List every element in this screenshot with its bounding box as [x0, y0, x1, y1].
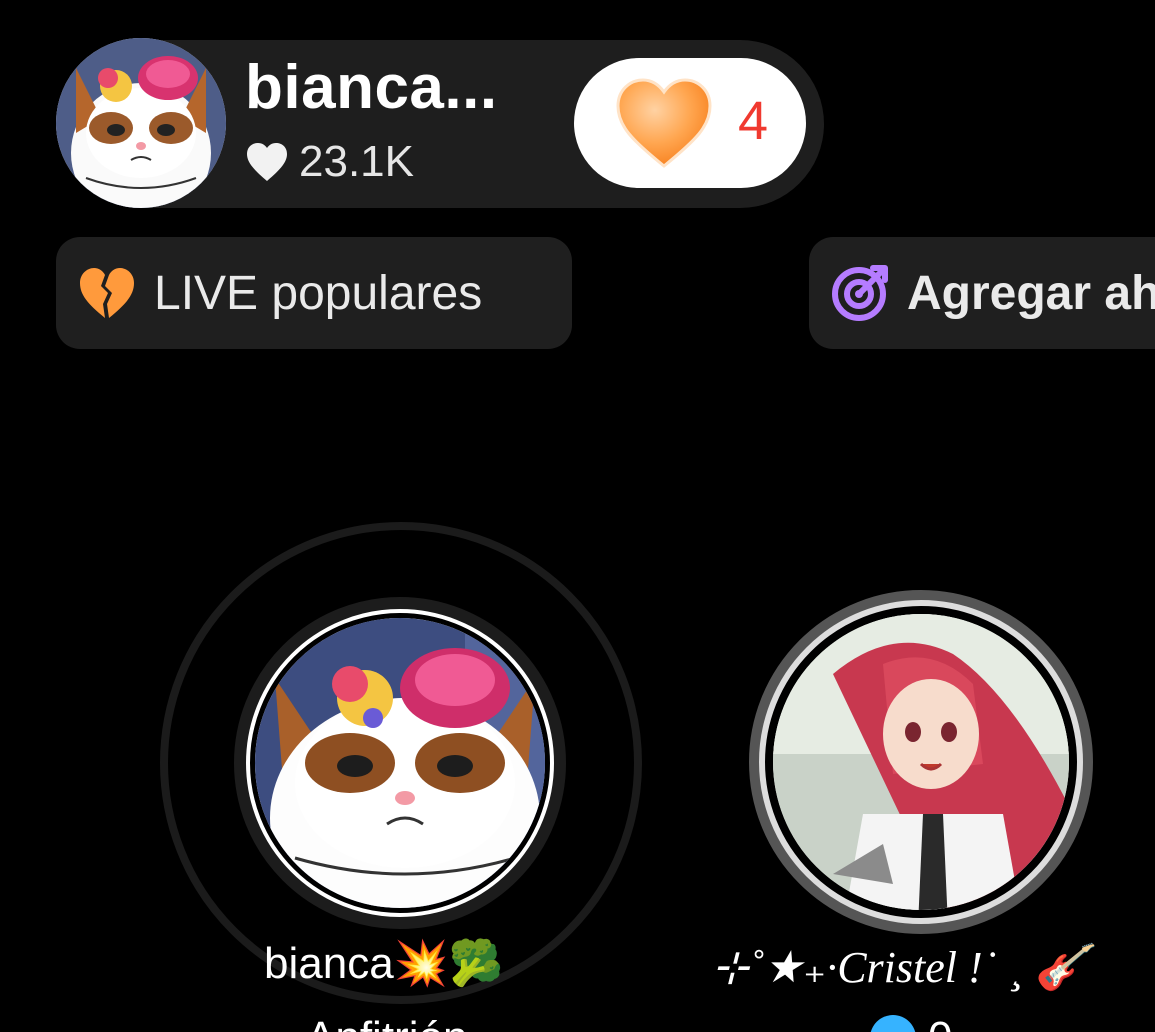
- live-popular-label: LIVE populares: [154, 266, 483, 320]
- live-popular-chip[interactable]: LIVE populares: [56, 237, 572, 349]
- heart-icon: [247, 143, 287, 181]
- live-screen: bianca... 23.1K 4 LIVE populares Agregar…: [0, 0, 1155, 1032]
- add-goal-chip[interactable]: Agregar ah: [809, 237, 1155, 349]
- host-likes-count: 23.1K: [299, 137, 414, 186]
- guest-stat-cristel: 0: [870, 1010, 952, 1032]
- badge-icon: [870, 1015, 916, 1032]
- guest-avatar-bianca[interactable]: [234, 597, 566, 929]
- guest-role-bianca: Anfitrión: [306, 1010, 467, 1032]
- guest-stat-value: 0: [928, 1010, 952, 1032]
- host-avatar[interactable]: [56, 38, 226, 208]
- host-name[interactable]: bianca...: [245, 50, 498, 126]
- add-goal-label: Agregar ah: [907, 266, 1155, 320]
- target-icon: [832, 265, 888, 321]
- broken-heart-icon: [80, 268, 134, 318]
- guest-avatar-cristel[interactable]: [749, 590, 1093, 934]
- heart-gift-icon: [616, 78, 712, 168]
- guest-name-bianca: bianca💥🥦: [264, 939, 504, 988]
- guest-name-cristel: ⊹˚★₊·Cristel !˙ ¸ 🎸: [712, 943, 1089, 992]
- gift-button[interactable]: 4: [574, 58, 806, 188]
- gift-count: 4: [738, 91, 769, 151]
- host-likes: 23.1K: [245, 136, 414, 188]
